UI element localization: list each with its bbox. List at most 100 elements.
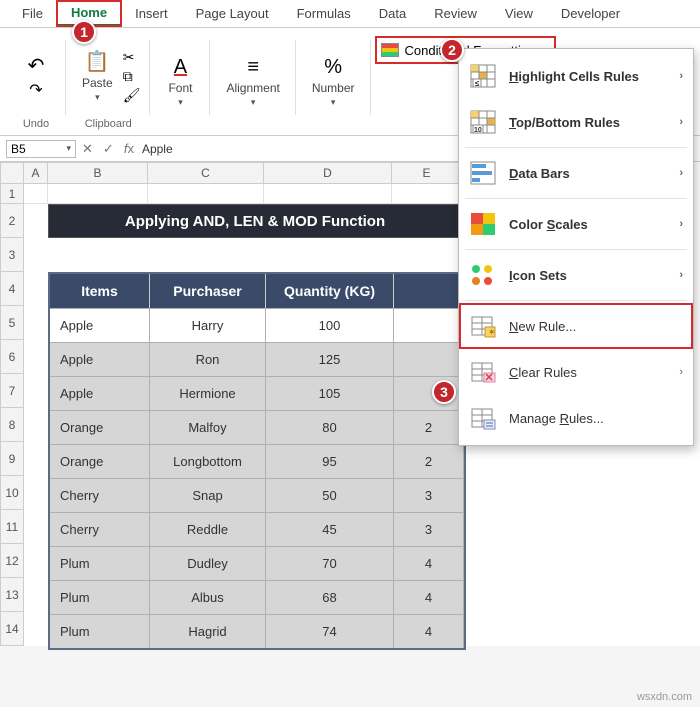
table-row[interactable]: PlumDudley704 (50, 546, 464, 580)
grid[interactable]: A B C D E Applying AND, LEN & MOD Functi… (24, 162, 462, 646)
table-cell[interactable]: 4 (394, 614, 464, 648)
table-cell[interactable]: Cherry (50, 512, 150, 546)
tab-formulas[interactable]: Formulas (283, 2, 365, 25)
table-cell[interactable]: Orange (50, 444, 150, 478)
table-cell[interactable]: Plum (50, 546, 150, 580)
tab-file[interactable]: File (8, 2, 57, 25)
row-header[interactable]: 1 (0, 184, 24, 204)
table-cell[interactable]: Albus (150, 580, 266, 614)
table-row[interactable]: CherryReddle453 (50, 512, 464, 546)
table-cell[interactable]: Ron (150, 342, 266, 376)
table-cell[interactable]: 105 (266, 376, 394, 410)
menu-highlight-cells-rules[interactable]: ≤ Highlight Cells Rules › (459, 53, 693, 99)
cancel-icon[interactable]: ✕ (82, 141, 93, 157)
row-header[interactable]: 3 (0, 238, 24, 272)
table-cell[interactable]: Orange (50, 410, 150, 444)
table-row[interactable]: CherrySnap503 (50, 478, 464, 512)
row-header[interactable]: 9 (0, 442, 24, 476)
menu-new-rule[interactable]: ✶ New Rule... (459, 303, 693, 349)
number-button[interactable]: % Number ▾ (306, 52, 361, 112)
menu-color-scales[interactable]: Color Scales › (459, 201, 693, 247)
row-header[interactable]: 10 (0, 476, 24, 510)
table-cell[interactable]: Cherry (50, 478, 150, 512)
table-cell[interactable] (394, 342, 464, 376)
enter-icon[interactable]: ✓ (103, 141, 114, 157)
col-header[interactable]: E (392, 162, 462, 184)
row-header[interactable]: 14 (0, 612, 24, 646)
table-cell[interactable]: Apple (50, 308, 150, 342)
table-cell[interactable]: 50 (266, 478, 394, 512)
copy-button[interactable]: ⧉ (123, 68, 141, 85)
select-all-cell[interactable] (0, 162, 24, 184)
tab-insert[interactable]: Insert (121, 2, 182, 25)
table-cell[interactable]: 2 (394, 444, 464, 478)
menu-icon-sets[interactable]: Icon Sets › (459, 252, 693, 298)
col-header[interactable]: D (264, 162, 392, 184)
menu-clear-rules[interactable]: Clear Rules › (459, 349, 693, 395)
table-cell[interactable]: 4 (394, 546, 464, 580)
cut-button[interactable]: ✂ (123, 49, 141, 66)
name-box[interactable]: B5▾ (6, 140, 76, 158)
tab-page-layout[interactable]: Page Layout (182, 2, 283, 25)
table-cell[interactable]: Apple (50, 376, 150, 410)
table-cell[interactable]: Longbottom (150, 444, 266, 478)
col-header[interactable]: C (148, 162, 264, 184)
svg-text:✶: ✶ (488, 327, 496, 337)
table-cell[interactable]: Reddle (150, 512, 266, 546)
table-cell[interactable]: 4 (394, 580, 464, 614)
table-row[interactable]: PlumAlbus684 (50, 580, 464, 614)
row-header[interactable]: 4 (0, 272, 24, 306)
table-cell[interactable]: Snap (150, 478, 266, 512)
table-cell[interactable]: Dudley (150, 546, 266, 580)
row-header[interactable]: 11 (0, 510, 24, 544)
table-row[interactable]: OrangeMalfoy802 (50, 410, 464, 444)
fx-icon[interactable]: fx (124, 141, 134, 157)
row-header[interactable]: 5 (0, 306, 24, 340)
table-cell[interactable]: 95 (266, 444, 394, 478)
table-cell[interactable]: 45 (266, 512, 394, 546)
table-row[interactable]: AppleHarry100 (50, 308, 464, 342)
tab-data[interactable]: Data (365, 2, 420, 25)
row-header[interactable]: 7 (0, 374, 24, 408)
tab-view[interactable]: View (491, 2, 547, 25)
table-cell[interactable]: 125 (266, 342, 394, 376)
table-cell[interactable]: Harry (150, 308, 266, 342)
undo-button[interactable]: ↶ ↷ (16, 49, 56, 104)
table-cell[interactable]: Hermione (150, 376, 266, 410)
menu-data-bars[interactable]: Data Bars › (459, 150, 693, 196)
table-cell[interactable]: Malfoy (150, 410, 266, 444)
row-header[interactable]: 6 (0, 340, 24, 374)
table-cell[interactable]: 2 (394, 410, 464, 444)
alignment-button[interactable]: ≡ Alignment ▾ (220, 52, 285, 112)
table-cell[interactable]: 80 (266, 410, 394, 444)
table-cell[interactable]: 68 (266, 580, 394, 614)
tab-developer[interactable]: Developer (547, 2, 634, 25)
col-header[interactable]: A (24, 162, 48, 184)
paste-button[interactable]: 📋 Paste ▾ (76, 45, 119, 107)
format-painter-button[interactable]: 🖌 (123, 87, 141, 104)
table-cell[interactable]: 3 (394, 478, 464, 512)
table-cell[interactable]: 70 (266, 546, 394, 580)
group-label-clipboard: Clipboard (85, 118, 132, 133)
table-row[interactable]: PlumHagrid744 (50, 614, 464, 648)
table-row[interactable]: OrangeLongbottom952 (50, 444, 464, 478)
table-row[interactable]: AppleHermione105 (50, 376, 464, 410)
table-cell[interactable]: Plum (50, 580, 150, 614)
col-header[interactable]: B (48, 162, 148, 184)
table-cell[interactable]: 3 (394, 512, 464, 546)
table-cell[interactable]: Hagrid (150, 614, 266, 648)
table-cell[interactable]: 74 (266, 614, 394, 648)
table-cell[interactable]: 100 (266, 308, 394, 342)
menu-manage-rules[interactable]: Manage Rules... (459, 395, 693, 441)
table-row[interactable]: AppleRon125 (50, 342, 464, 376)
row-header[interactable]: 13 (0, 578, 24, 612)
font-button[interactable]: A Font ▾ (160, 52, 200, 112)
table-cell[interactable]: Apple (50, 342, 150, 376)
table-cell[interactable] (394, 308, 464, 342)
tab-review[interactable]: Review (420, 2, 491, 25)
row-header[interactable]: 2 (0, 204, 24, 238)
table-cell[interactable]: Plum (50, 614, 150, 648)
row-header[interactable]: 8 (0, 408, 24, 442)
menu-top-bottom-rules[interactable]: 10 Top/Bottom Rules › (459, 99, 693, 145)
row-header[interactable]: 12 (0, 544, 24, 578)
